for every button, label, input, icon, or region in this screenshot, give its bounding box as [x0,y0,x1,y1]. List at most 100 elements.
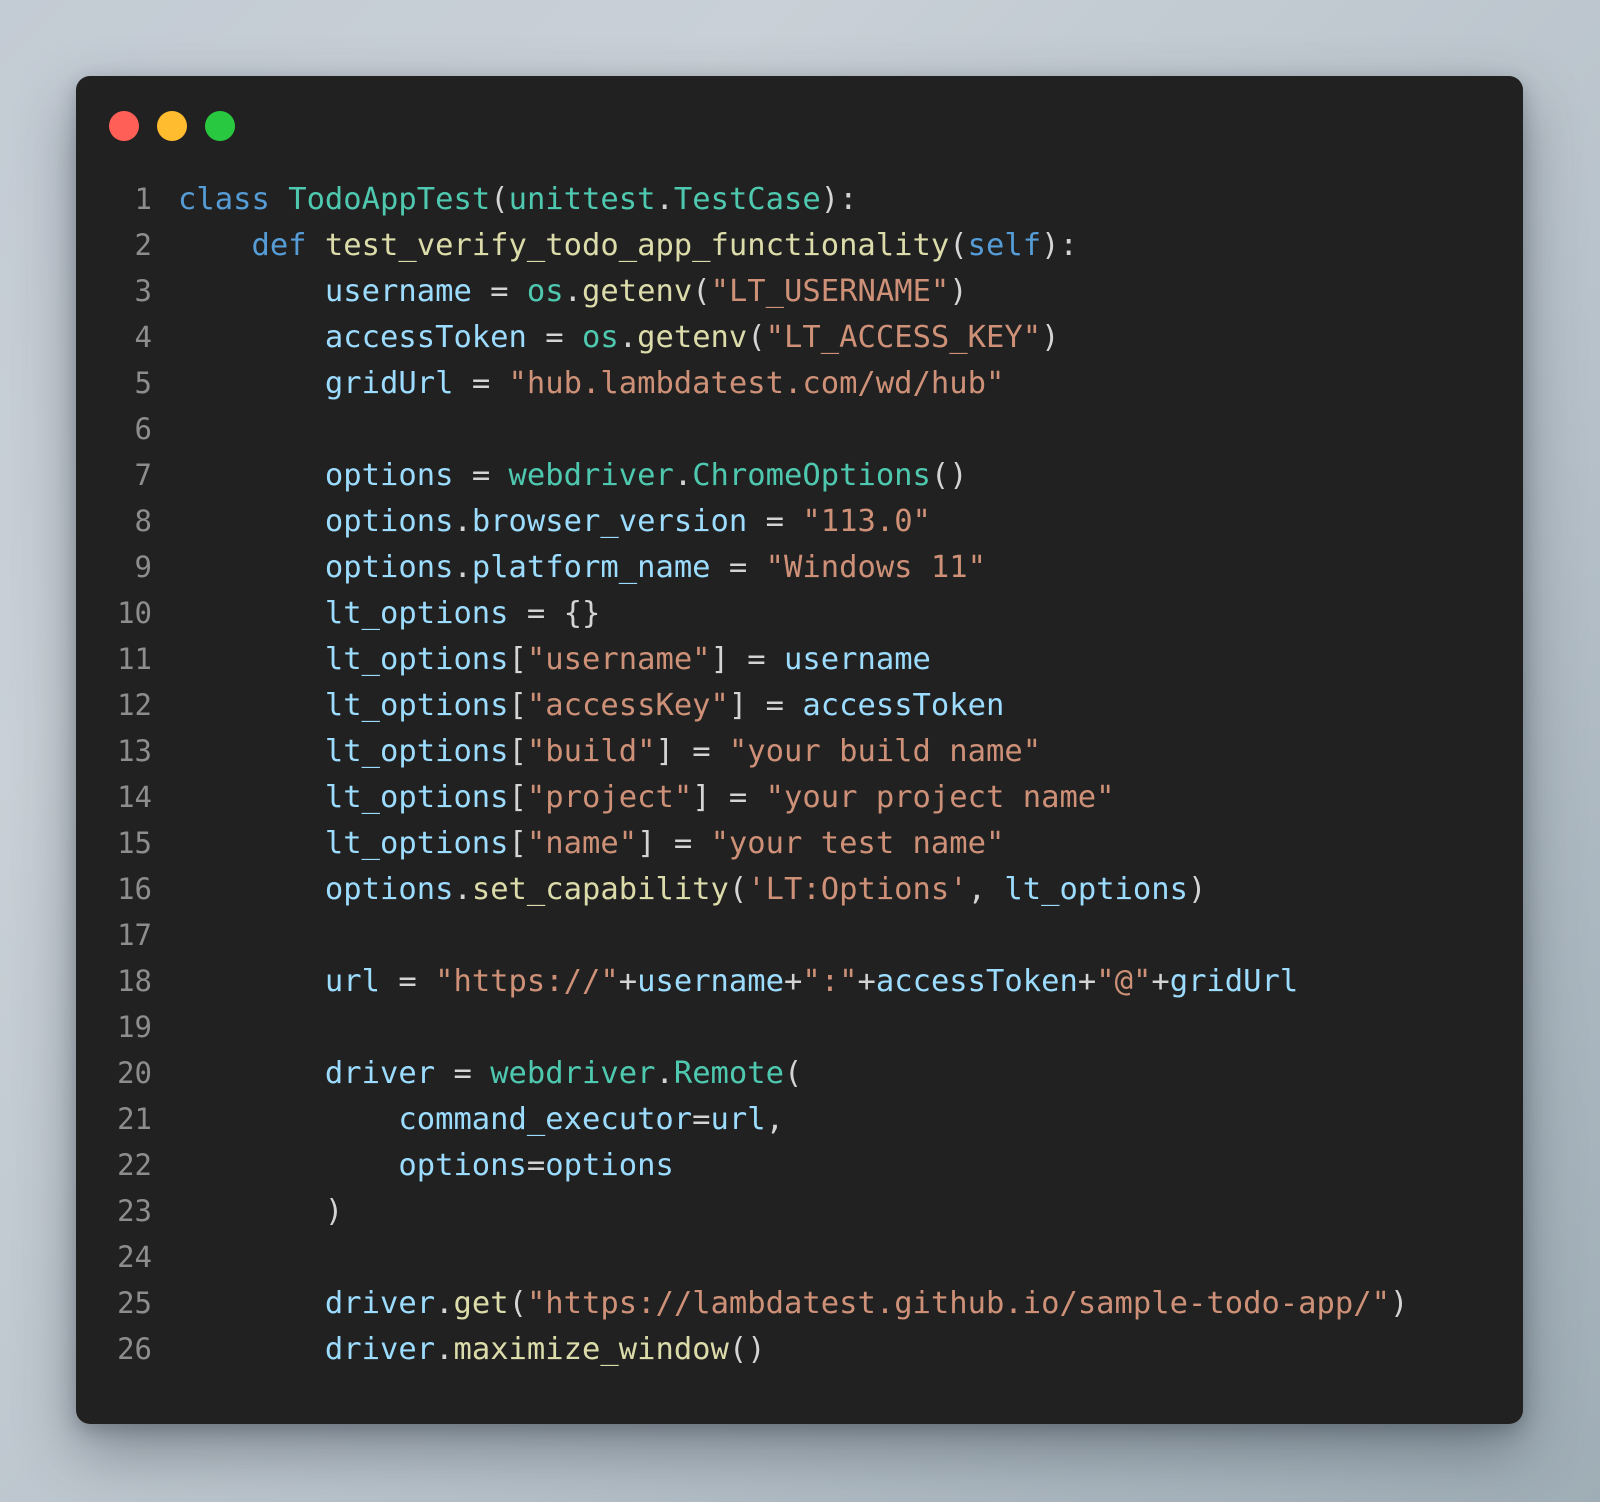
code-token-var: lt_options [324,688,509,723]
code-token-var: platform_name [471,550,711,585]
code-line[interactable]: 4 accessToken = os.getenv("LT_ACCESS_KEY… [76,314,1523,360]
code-line-text: driver.maximize_window() [152,1327,766,1373]
code-token-op: + [857,964,876,999]
code-line[interactable]: 24 [76,1234,1523,1280]
code-token-var: lt_options [324,780,509,815]
code-line[interactable]: 9 options.platform_name = "Windows 11" [76,544,1523,590]
code-token-op: ( [728,872,748,907]
code-line-text: lt_options["username"] = username [152,637,931,683]
code-line[interactable]: 19 [76,1004,1523,1050]
code-token-var: url [710,1102,766,1137]
code-token-op: . [453,504,472,539]
code-token-op: = [453,366,509,401]
code-line[interactable]: 14 lt_options["project"] = "your project… [76,774,1523,820]
code-content-area[interactable]: 1 class TodoAppTest(unittest.TestCase): 2 … [76,176,1523,1424]
code-line[interactable]: 20 driver = webdriver.Remote( [76,1050,1523,1096]
code-token-op: [ [508,688,527,723]
code-token-var: lt_options [324,642,509,677]
code-token-op: ( [784,1056,803,1091]
close-window-button[interactable] [109,111,139,141]
code-line[interactable]: 22 options=options [76,1142,1523,1188]
line-number: 14 [117,780,152,814]
line-number: 9 [134,550,152,584]
code-token-op [178,1102,398,1137]
code-line[interactable]: 25 driver.get("https://lambdatest.github… [76,1280,1523,1326]
code-line[interactable]: 13 lt_options["build"] = "your build nam… [76,728,1523,774]
code-token-op: + [618,964,638,999]
code-token-str: "Windows 11" [765,550,986,585]
line-number: 21 [117,1102,152,1136]
code-token-op: + [784,964,803,999]
code-token-op: ): [820,182,858,217]
code-line-text: url = "https://"+username+":"+accessToke… [152,959,1298,1005]
code-line[interactable]: 18 url = "https://"+username+":"+accessT… [76,958,1523,1004]
code-token-op [178,366,325,401]
code-line[interactable]: 2 def test_verify_todo_app_functionality… [76,222,1523,268]
code-line[interactable]: 26 driver.maximize_window() [76,1326,1523,1372]
code-token-op: ( [508,1286,527,1321]
code-token-str: ":" [802,964,858,999]
code-line[interactable]: 7 options = webdriver.ChromeOptions() [76,452,1523,498]
code-token-op: . [435,1286,454,1321]
code-token-str: "username" [526,642,711,677]
code-line[interactable]: 23 ) [76,1188,1523,1234]
code-line-text: def test_verify_todo_app_functionality(s… [152,223,1078,269]
code-token-cls: os [526,274,564,309]
line-number: 19 [117,1010,152,1044]
code-token-op: ( [692,274,711,309]
code-line[interactable]: 16 options.set_capability('LT:Options', … [76,866,1523,912]
code-line[interactable]: 3 username = os.getenv("LT_USERNAME") [76,268,1523,314]
code-token-cls: os [582,320,619,355]
code-token-op: {} [563,596,601,631]
code-token-cls: TodoAppTest [288,182,491,217]
line-number: 3 [134,274,152,308]
code-token-op [178,1148,398,1183]
code-token-cls: TestCase [673,182,821,217]
code-token-var: driver [324,1056,436,1091]
code-token-op [178,458,325,493]
code-token-op: . [655,182,674,217]
code-token-var: lt_options [324,596,509,631]
code-line[interactable]: 8 options.browser_version = "113.0" [76,498,1523,544]
code-token-op: ) [1389,1286,1409,1321]
code-token-op: () [728,1332,766,1367]
code-token-var: options [324,504,454,539]
code-token-var: driver [324,1286,436,1321]
code-line[interactable]: 5 gridUrl = "hub.lambdatest.com/wd/hub" [76,360,1523,406]
line-number: 8 [134,504,152,538]
code-token-str: "your build name" [728,734,1042,769]
code-token-str: "https://" [435,964,619,999]
code-line-text: options.set_capability('LT:Options', lt_… [152,867,1206,913]
code-token-op: + [1077,964,1097,999]
code-token-op [178,1056,325,1091]
code-token-op: ) [324,1194,344,1229]
code-line[interactable]: 11 lt_options["username"] = username [76,636,1523,682]
line-number: 15 [117,826,152,860]
code-line[interactable]: 10 lt_options = {} [76,590,1523,636]
code-token-op [178,320,325,355]
code-line[interactable]: 6 [76,406,1523,452]
code-line[interactable]: 17 [76,912,1523,958]
code-token-op: [ [508,826,527,861]
code-token-op: . [563,274,583,309]
maximize-window-button[interactable] [205,111,235,141]
line-number: 26 [117,1332,152,1366]
line-number: 11 [117,642,152,676]
code-token-op: = [710,550,766,585]
code-line-text: gridUrl = "hub.lambdatest.com/wd/hub" [152,361,1004,407]
code-line[interactable]: 21 command_executor=url, [76,1096,1523,1142]
code-token-op [270,182,288,217]
code-token-op: , [967,872,1005,907]
code-line[interactable]: 15 lt_options["name"] = "your test name" [76,820,1523,866]
code-token-op: = [380,964,436,999]
code-line[interactable]: 12 lt_options["accessKey"] = accessToken [76,682,1523,728]
code-token-var: options [324,458,454,493]
code-line[interactable]: 1 class TodoAppTest(unittest.TestCase): [76,176,1523,222]
code-token-op: ): [1041,228,1078,263]
code-token-op: = [526,1148,546,1183]
code-token-op: = [435,1056,491,1091]
minimize-window-button[interactable] [157,111,187,141]
code-token-op [178,1194,325,1229]
code-token-op: . [618,320,638,355]
code-token-op: . [435,1332,454,1367]
